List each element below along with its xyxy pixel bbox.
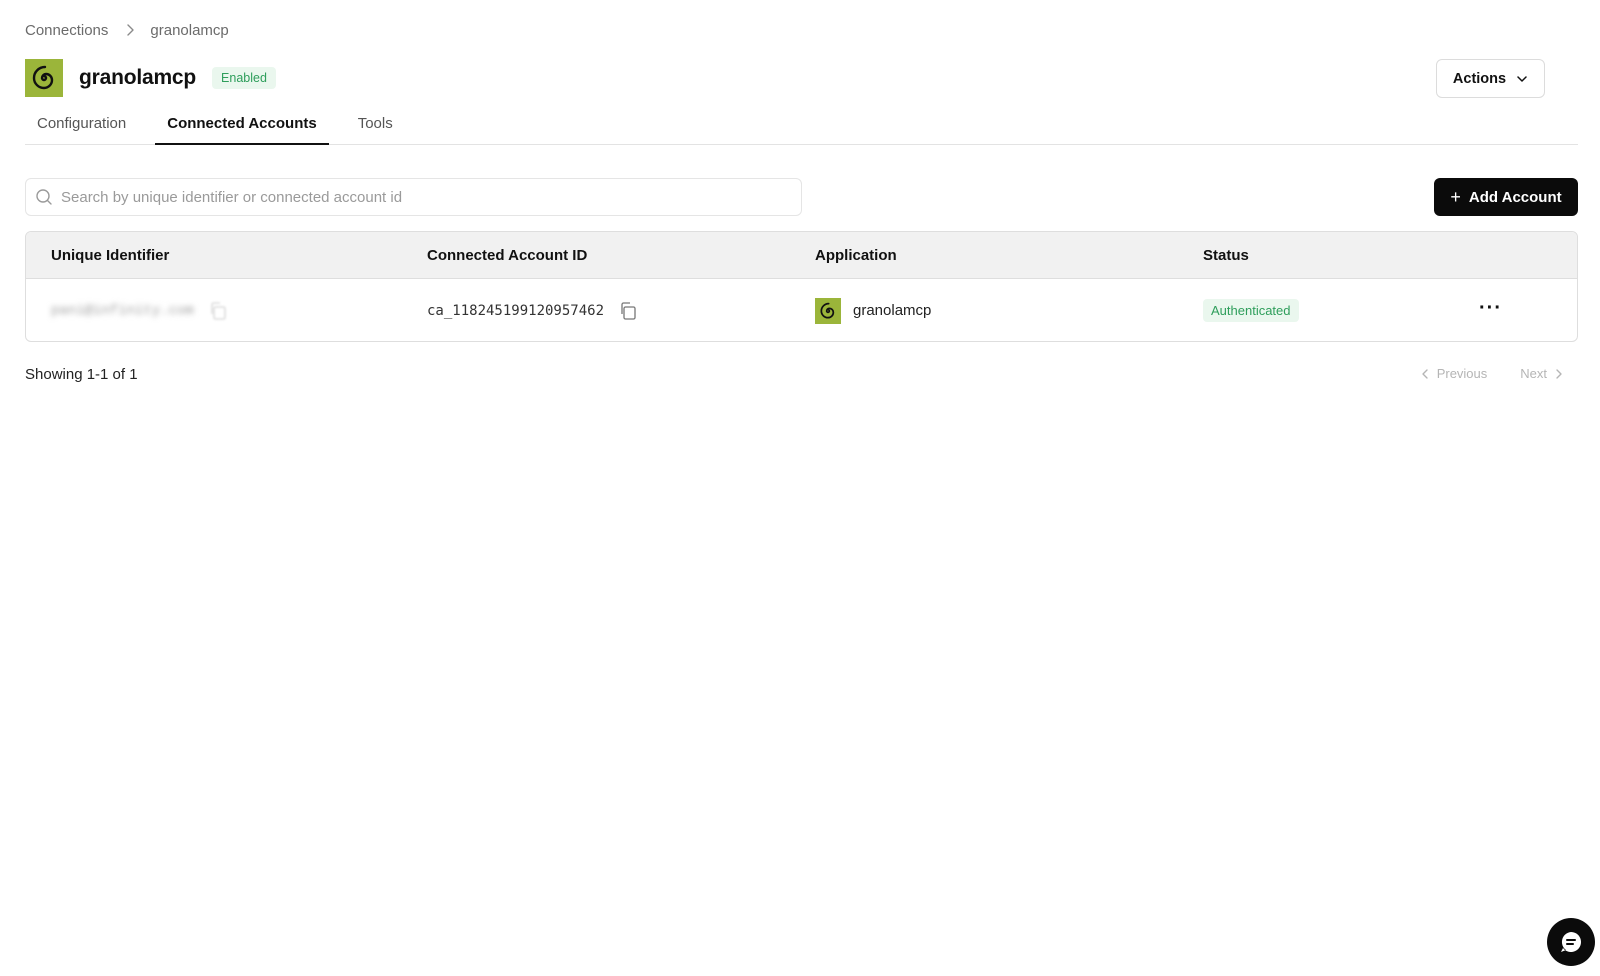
chat-icon <box>1558 929 1584 955</box>
search-icon <box>35 188 53 206</box>
more-options-icon[interactable]: ··· <box>1479 298 1502 318</box>
column-header-connected-account-id: Connected Account ID <box>427 247 588 264</box>
breadcrumb-connections-link[interactable]: Connections <box>25 22 108 39</box>
copy-icon[interactable] <box>618 301 638 321</box>
add-account-button[interactable]: + Add Account <box>1434 178 1578 216</box>
column-header-unique-identifier: Unique Identifier <box>51 247 170 264</box>
page-header: granolamcp Enabled <box>25 59 276 97</box>
table-row[interactable]: pani@infinity.com ca_118245199120957462 … <box>26 279 1577 341</box>
status-badge: Enabled <box>212 67 276 89</box>
next-label: Next <box>1520 366 1547 381</box>
chevron-right-icon <box>1553 368 1565 380</box>
pagination: Previous Next <box>1419 366 1565 381</box>
plus-icon: + <box>1450 187 1461 207</box>
tab-tools[interactable]: Tools <box>346 112 405 145</box>
search-box <box>25 178 802 216</box>
breadcrumb: Connections granolamcp <box>25 20 229 40</box>
application-name: granolamcp <box>853 302 932 319</box>
connected-account-id-cell: ca_118245199120957462 <box>427 279 638 341</box>
breadcrumb-current: granolamcp <box>150 21 229 39</box>
page-title: granolamcp <box>79 66 197 89</box>
connected-account-id-value: ca_118245199120957462 <box>427 302 605 319</box>
status-badge: Authenticated <box>1203 299 1299 322</box>
chevron-right-icon <box>123 23 137 37</box>
status-cell: Authenticated <box>1203 279 1299 341</box>
chevron-down-icon <box>1516 73 1528 85</box>
spiral-icon <box>815 297 841 324</box>
tab-connected-accounts[interactable]: Connected Accounts <box>155 112 329 145</box>
row-actions-cell: ··· <box>1479 279 1502 341</box>
application-cell: granolamcp <box>815 279 932 341</box>
unique-identifier-cell: pani@infinity.com <box>51 279 228 341</box>
chevron-left-icon <box>1419 368 1431 380</box>
column-header-application: Application <box>815 247 897 264</box>
next-page-button[interactable]: Next <box>1520 366 1565 381</box>
tab-configuration[interactable]: Configuration <box>25 112 138 145</box>
connected-accounts-table: Unique Identifier Connected Account ID A… <box>25 231 1578 342</box>
copy-icon[interactable] <box>208 301 228 321</box>
unique-identifier-value: pani@infinity.com <box>51 302 194 319</box>
search-input[interactable] <box>61 188 761 206</box>
previous-page-button[interactable]: Previous <box>1419 366 1488 381</box>
tab-bar: Configuration Connected Accounts Tools <box>25 112 1578 145</box>
actions-dropdown-button[interactable]: Actions <box>1436 59 1545 98</box>
column-header-status: Status <box>1203 247 1249 264</box>
pagination-summary: Showing 1-1 of 1 <box>25 366 138 383</box>
chat-support-button[interactable] <box>1547 918 1595 966</box>
previous-label: Previous <box>1436 366 1488 381</box>
spiral-icon <box>25 59 63 97</box>
add-account-label: Add Account <box>1468 188 1562 206</box>
actions-label: Actions <box>1452 70 1507 87</box>
table-header: Unique Identifier Connected Account ID A… <box>26 232 1577 279</box>
